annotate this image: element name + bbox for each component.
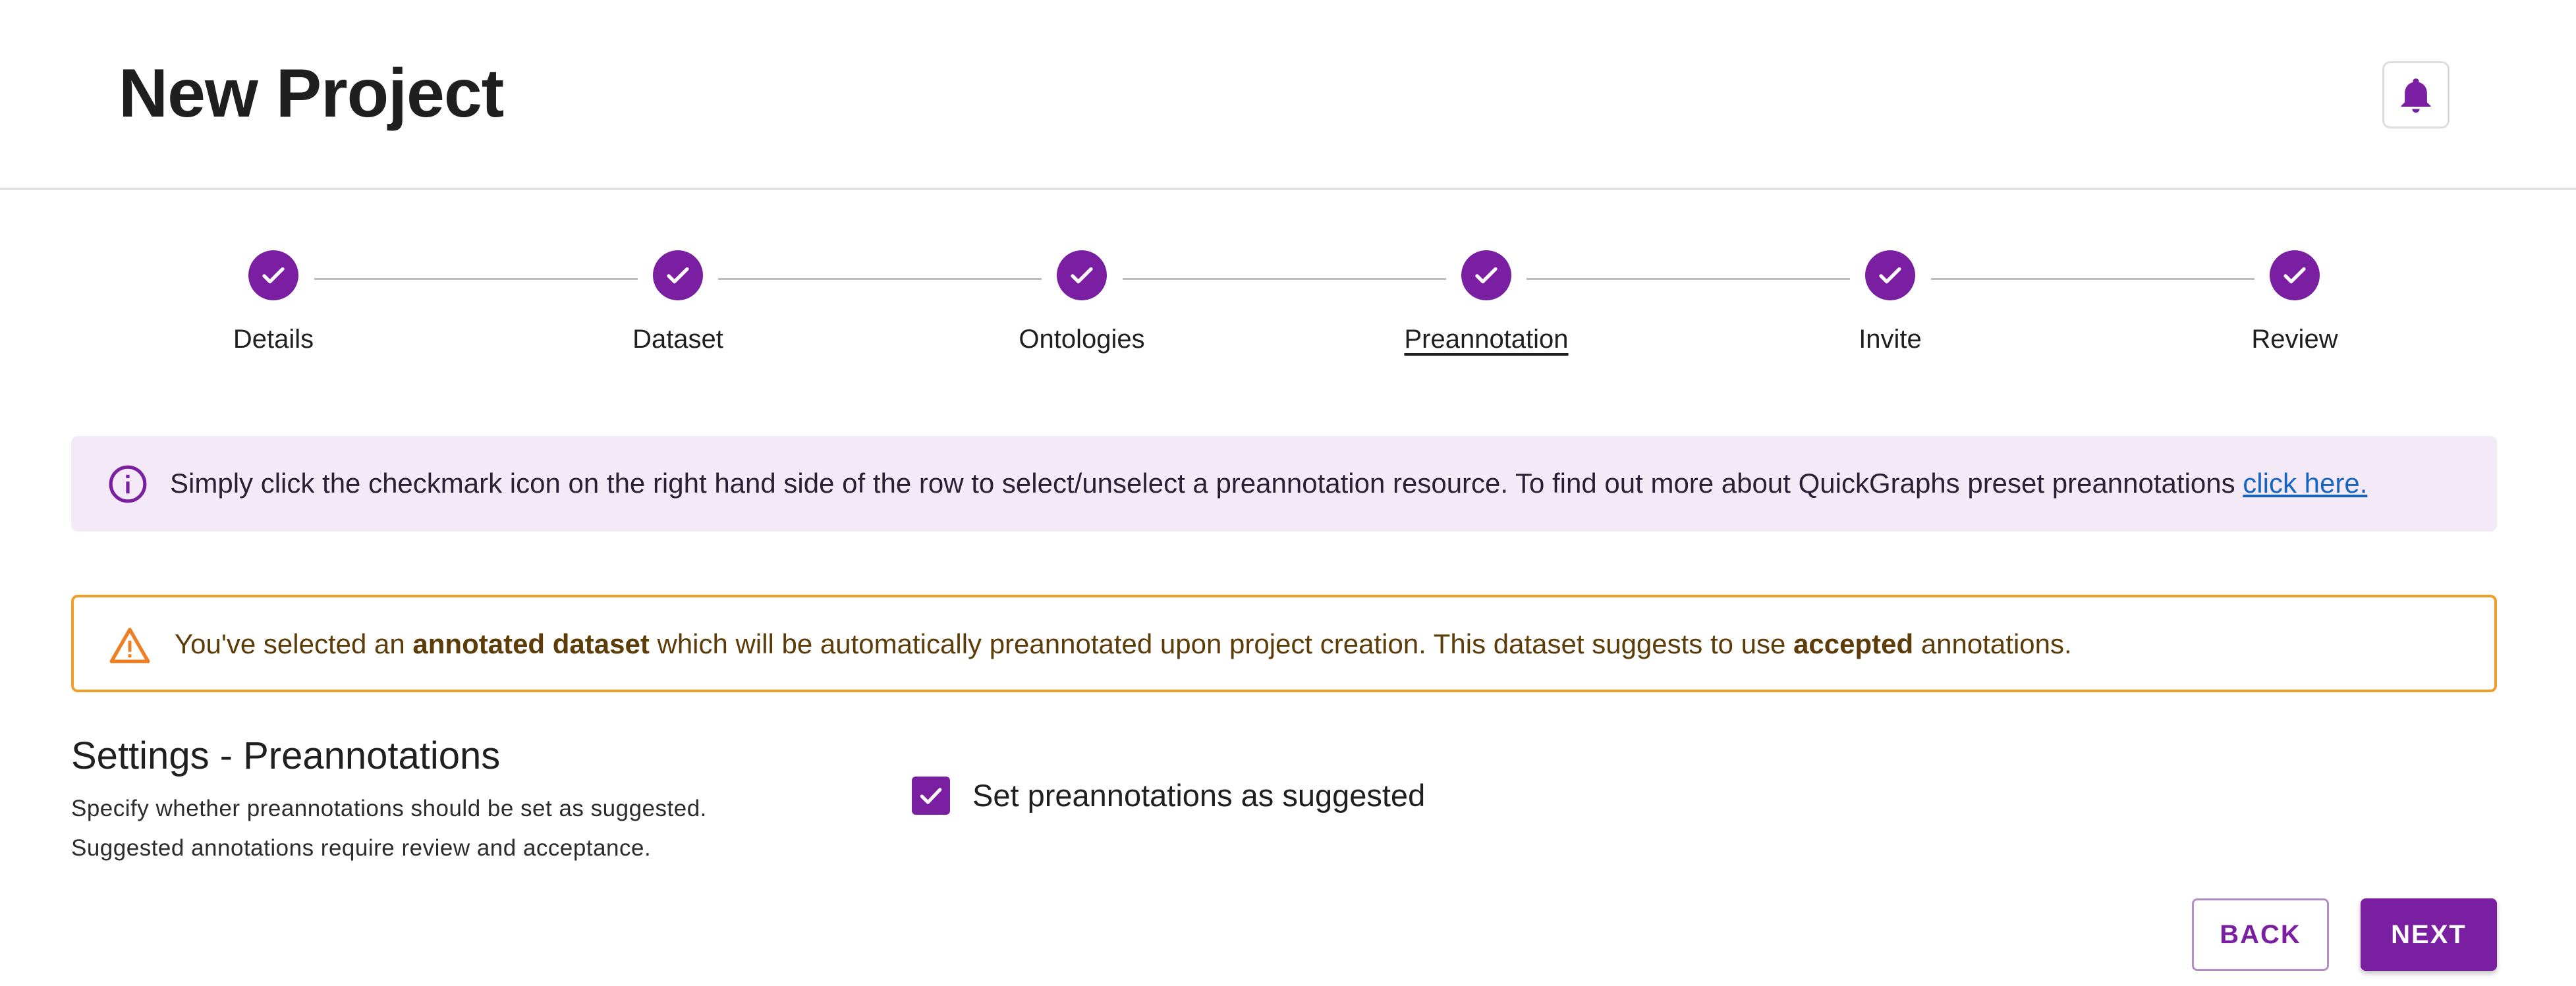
step-complete-icon	[2270, 250, 2320, 300]
settings-description: Specify whether preannotations should be…	[71, 789, 862, 868]
checkmark-icon	[667, 267, 689, 284]
warning-text-part: annotations.	[1913, 628, 2072, 659]
set-preannotations-suggested-option[interactable]: Set preannotations as suggested	[912, 776, 1425, 815]
checkmark-icon	[1475, 267, 1498, 284]
step-label-active: Preannotation	[1404, 325, 1569, 354]
preannotations-help-link[interactable]: click here.	[2243, 468, 2367, 499]
checkmark-icon	[262, 267, 285, 284]
warning-alert-text: You've selected an annotated dataset whi…	[175, 626, 2468, 663]
info-message: Simply click the checkmark icon on the r…	[170, 468, 2243, 499]
step-ontologies[interactable]: Ontologies	[950, 250, 1214, 354]
warning-bold-accepted: accepted	[1793, 628, 1914, 659]
page-title: New Project	[119, 55, 504, 132]
step-label: Review	[2251, 325, 2338, 354]
checkmark-icon	[1879, 267, 1901, 284]
checkmark-icon	[1071, 267, 1093, 284]
checkbox-label[interactable]: Set preannotations as suggested	[972, 776, 1425, 815]
step-dataset[interactable]: Dataset	[546, 250, 810, 354]
step-complete-icon	[248, 250, 298, 300]
info-alert: Simply click the checkmark icon on the r…	[71, 436, 2497, 532]
new-project-page: New Project Details Dataset Ontologies P…	[0, 0, 2576, 986]
settings-description-line: Suggested annotations require review and…	[71, 835, 652, 861]
project-stepper: Details Dataset Ontologies Preannotation	[0, 250, 2576, 382]
step-invite[interactable]: Invite	[1758, 250, 2022, 354]
step-label: Invite	[1859, 325, 1922, 354]
info-icon	[109, 465, 147, 503]
step-label: Ontologies	[1019, 325, 1145, 354]
checkmark-icon	[2283, 267, 2306, 284]
step-label: Dataset	[632, 325, 723, 354]
back-button[interactable]: BACK	[2192, 898, 2329, 971]
info-alert-text: Simply click the checkmark icon on the r…	[170, 465, 2471, 502]
step-details[interactable]: Details	[142, 250, 405, 354]
bell-icon	[2401, 78, 2431, 113]
suggested-checkbox[interactable]	[912, 777, 950, 815]
warning-text-part: which will be automatically preannotated…	[649, 628, 1794, 659]
warning-icon	[109, 628, 150, 663]
settings-description-line: Specify whether preannotations should be…	[71, 796, 707, 821]
warning-bold-annotated-dataset: annotated dataset	[412, 628, 650, 659]
checkmark-icon	[920, 788, 942, 804]
page-header: New Project	[0, 0, 2576, 190]
warning-text-part: You've selected an	[175, 628, 413, 659]
step-complete-icon	[1461, 250, 1511, 300]
step-complete-icon	[1057, 250, 1107, 300]
step-complete-icon	[1865, 250, 1915, 300]
step-review[interactable]: Review	[2163, 250, 2426, 354]
step-preannotation[interactable]: Preannotation	[1355, 250, 1618, 354]
settings-title: Settings - Preannotations	[71, 734, 501, 777]
step-label: Details	[233, 325, 314, 354]
next-button[interactable]: NEXT	[2361, 898, 2497, 971]
step-complete-icon	[653, 250, 703, 300]
notifications-button[interactable]	[2382, 61, 2450, 128]
warning-alert: You've selected an annotated dataset whi…	[71, 595, 2497, 692]
